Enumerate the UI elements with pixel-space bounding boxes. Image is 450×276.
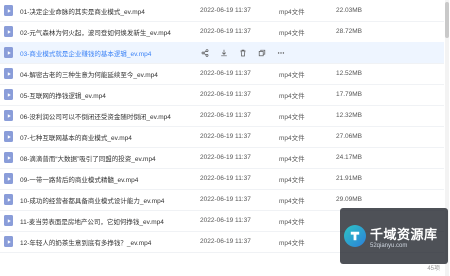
file-type: mp4文件 <box>279 218 305 226</box>
video-file-icon <box>4 131 13 142</box>
video-file-icon <box>4 236 13 247</box>
file-type: mp4文件 <box>279 8 305 16</box>
file-type: mp4文件 <box>279 239 305 247</box>
file-date: 2022-06-19 11:37 <box>200 70 251 77</box>
file-type: mp4文件 <box>279 29 305 37</box>
file-size: 12.52MB <box>336 70 363 77</box>
file-size: 28.72MB <box>336 28 363 35</box>
file-size: 29.09MB <box>336 196 363 203</box>
file-size: 22.03MB <box>336 7 363 14</box>
delete-icon[interactable] <box>238 48 248 58</box>
video-file-icon <box>4 5 13 16</box>
file-row[interactable]: 06-没利润公司可以不倒闭还受资金随时倒闭_ev.mp4 2022-06-19 … <box>0 105 444 127</box>
video-file-icon <box>4 194 13 205</box>
file-row[interactable]: 01-决定企业命脉的其实是商业模式_ev.mp4 2022-06-19 11:3… <box>0 0 444 22</box>
video-file-icon <box>4 110 13 121</box>
more-icon[interactable] <box>276 48 286 58</box>
file-name[interactable]: 03-商业模式就是企业赚钱的基本逻辑_ev.mp4 <box>20 48 192 58</box>
file-row[interactable]: 07-七种互联网基本的商业模式_ev.mp4 2022-06-19 11:37 … <box>0 126 444 148</box>
file-date: 2022-06-19 11:37 <box>200 112 251 119</box>
scrollbar-thumb[interactable] <box>445 2 449 38</box>
file-date: 2022-06-19 11:37 <box>200 217 251 224</box>
file-name[interactable]: 08-滴滴普而“大数据”吸引了同盟的投资_ev.mp4 <box>20 153 192 163</box>
file-date: 2022-06-19 11:37 <box>200 7 251 14</box>
watermark-url: 52qianyu.com <box>370 242 408 249</box>
share-icon[interactable] <box>200 48 210 58</box>
file-date: 2022-06-19 11:37 <box>200 238 251 245</box>
row-actions <box>200 48 286 58</box>
watermark-logo-icon <box>344 225 366 247</box>
video-file-icon <box>4 68 13 79</box>
file-date: 2022-06-19 11:37 <box>200 133 251 140</box>
file-date: 2022-06-19 11:37 <box>200 196 251 203</box>
file-type: mp4文件 <box>279 197 305 205</box>
file-size: 21.91MB <box>336 175 363 182</box>
file-row[interactable]: 04-解密古老的三种生意为何能延续至今_ev.mp4 2022-06-19 11… <box>0 63 444 85</box>
video-file-icon <box>4 173 13 184</box>
file-size: 24.17MB <box>336 154 363 161</box>
file-date: 2022-06-19 11:37 <box>200 154 251 161</box>
file-date: 2022-06-19 11:37 <box>200 175 251 182</box>
video-file-icon <box>4 26 13 37</box>
file-name[interactable]: 04-解密古老的三种生意为何能延续至今_ev.mp4 <box>20 69 192 79</box>
file-name[interactable]: 06-没利润公司可以不倒闭还受资金随时倒闭_ev.mp4 <box>20 111 192 121</box>
file-row[interactable]: 08-滴滴普而“大数据”吸引了同盟的投资_ev.mp4 2022-06-19 1… <box>0 147 444 169</box>
video-file-icon <box>4 152 13 163</box>
file-row[interactable]: 09-一带一路背后的商业模式精髓_ev.mp4 2022-06-19 11:37… <box>0 168 444 190</box>
file-row[interactable]: 02-元气森林为何火起，波司登如何焕发新生_ev.mp4 2022-06-19 … <box>0 21 444 43</box>
video-file-icon <box>4 47 13 58</box>
file-name[interactable]: 07-七种互联网基本的商业模式_ev.mp4 <box>20 132 192 142</box>
watermark-badge: 千域资源库 52qianyu.com <box>340 208 448 264</box>
file-name[interactable]: 02-元气森林为何火起，波司登如何焕发新生_ev.mp4 <box>20 27 192 37</box>
file-type: mp4文件 <box>279 113 305 121</box>
file-size: 27.06MB <box>336 133 363 140</box>
item-count: 45项 <box>427 266 440 272</box>
copy-icon[interactable] <box>257 48 267 58</box>
download-icon[interactable] <box>219 48 229 58</box>
file-date: 2022-06-19 11:37 <box>200 91 251 98</box>
file-type: mp4文件 <box>279 155 305 163</box>
file-type: mp4文件 <box>279 92 305 100</box>
file-type: mp4文件 <box>279 134 305 142</box>
video-file-icon <box>4 215 13 226</box>
file-name[interactable]: 11-麦当劳表面是房地产公司，它如何挣钱_ev.mp4 <box>20 216 192 226</box>
file-name[interactable]: 09-一带一路背后的商业模式精髓_ev.mp4 <box>20 174 192 184</box>
file-size: 12.32MB <box>336 112 363 119</box>
file-type: mp4文件 <box>279 71 305 79</box>
file-row[interactable]: 05-互联网的挣钱逻辑_ev.mp4 2022-06-19 11:37 mp4文… <box>0 84 444 106</box>
file-name[interactable]: 05-互联网的挣钱逻辑_ev.mp4 <box>20 90 192 100</box>
file-row-hovered[interactable]: 03-商业模式就是企业赚钱的基本逻辑_ev.mp4 <box>0 42 444 64</box>
file-size: 17.79MB <box>336 91 363 98</box>
file-name[interactable]: 10-成功的经营者都具备商业模式设计能力_ev.mp4 <box>20 195 192 205</box>
watermark-title: 千域资源库 <box>370 226 438 242</box>
file-type: mp4文件 <box>279 176 305 184</box>
video-file-icon <box>4 89 13 100</box>
file-name[interactable]: 12-年轻人的奶茶生意到底有多挣钱？_ev.mp4 <box>20 237 192 247</box>
file-date: 2022-06-19 11:37 <box>200 28 251 35</box>
file-name[interactable]: 01-决定企业命脉的其实是商业模式_ev.mp4 <box>20 6 192 16</box>
